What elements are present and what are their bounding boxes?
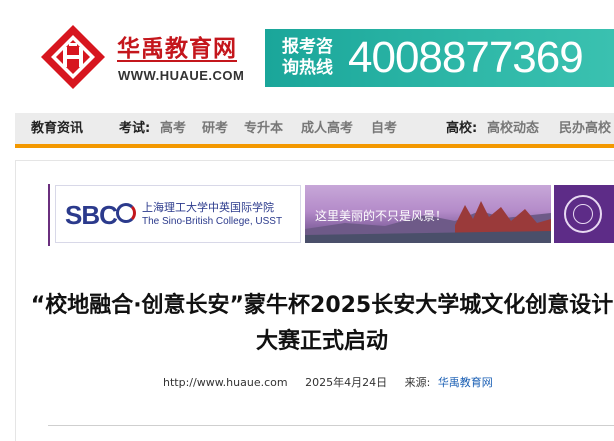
sbc-logo: SBC xyxy=(65,200,118,230)
site-header: 华禹教育网 WWW.HUAUE.COM 报考咨询热线 4008877369 xyxy=(0,0,614,104)
nav-link-gaokao[interactable]: 高考 xyxy=(160,121,186,136)
nav-link-zhuanshengben[interactable]: 专升本 xyxy=(244,121,283,136)
nav-exam-label: 考试: xyxy=(119,121,151,136)
site-domain[interactable]: WWW.HUAUE.COM xyxy=(118,68,244,83)
site-logo-text[interactable]: 华禹教育网 xyxy=(117,29,237,63)
nav-link-chengrengaokao[interactable]: 成人高考 xyxy=(301,121,353,136)
ad-sbc-banner[interactable]: SBC 上海理工大学中英国际学院 The Sino-British Colleg… xyxy=(55,185,301,243)
nav-school-label: 高校: xyxy=(446,121,478,136)
sbc-ring-icon xyxy=(116,203,136,223)
article-date: 2025年4月24日 xyxy=(305,376,388,389)
ad-university-banner[interactable] xyxy=(554,185,614,243)
sbc-name-cn: 上海理工大学中英国际学院 xyxy=(142,201,274,214)
article-source-link[interactable]: 华禹教育网 xyxy=(438,376,493,389)
ad-scenery-banner[interactable]: 这里美丽的不只是风景！ xyxy=(305,185,551,243)
logo-divider xyxy=(117,60,237,62)
nav-news[interactable]: 教育资讯 xyxy=(31,121,83,136)
scenery-slogan: 这里美丽的不只是风景！ xyxy=(315,209,448,223)
huayu-logo-icon[interactable] xyxy=(41,25,105,89)
article-title: “校地融合·创意长安”蒙牛杯2025长安大学城文化创意设计大赛正式启动 xyxy=(30,293,614,354)
hotline-number: 4008877369 xyxy=(348,33,584,82)
article-url[interactable]: http://www.huaue.com xyxy=(163,376,288,389)
article-source-label: 来源: xyxy=(404,376,431,389)
article-meta: http://www.huaue.com 2025年4月24日 来源: 华禹教育… xyxy=(163,374,493,390)
article-divider xyxy=(48,425,614,426)
nav-link-yankao[interactable]: 研考 xyxy=(202,121,228,136)
nav-link-zikao[interactable]: 自考 xyxy=(371,121,397,136)
university-seal-icon xyxy=(564,195,602,233)
nav-link-school-news[interactable]: 高校动态 xyxy=(487,121,539,136)
seal-center-icon xyxy=(573,204,593,224)
sbc-name-en: The Sino-British College, USST xyxy=(142,216,283,227)
nav-link-private-schools[interactable]: 民办高校 xyxy=(559,121,611,136)
hotline-label: 报考咨询热线 xyxy=(282,37,333,78)
hotline-banner[interactable]: 报考咨询热线 4008877369 xyxy=(265,29,614,87)
main-nav: 教育资讯 考试: 高考 研考 专升本 成人高考 自考 高校: 高校动态 民办高校 xyxy=(15,113,614,148)
